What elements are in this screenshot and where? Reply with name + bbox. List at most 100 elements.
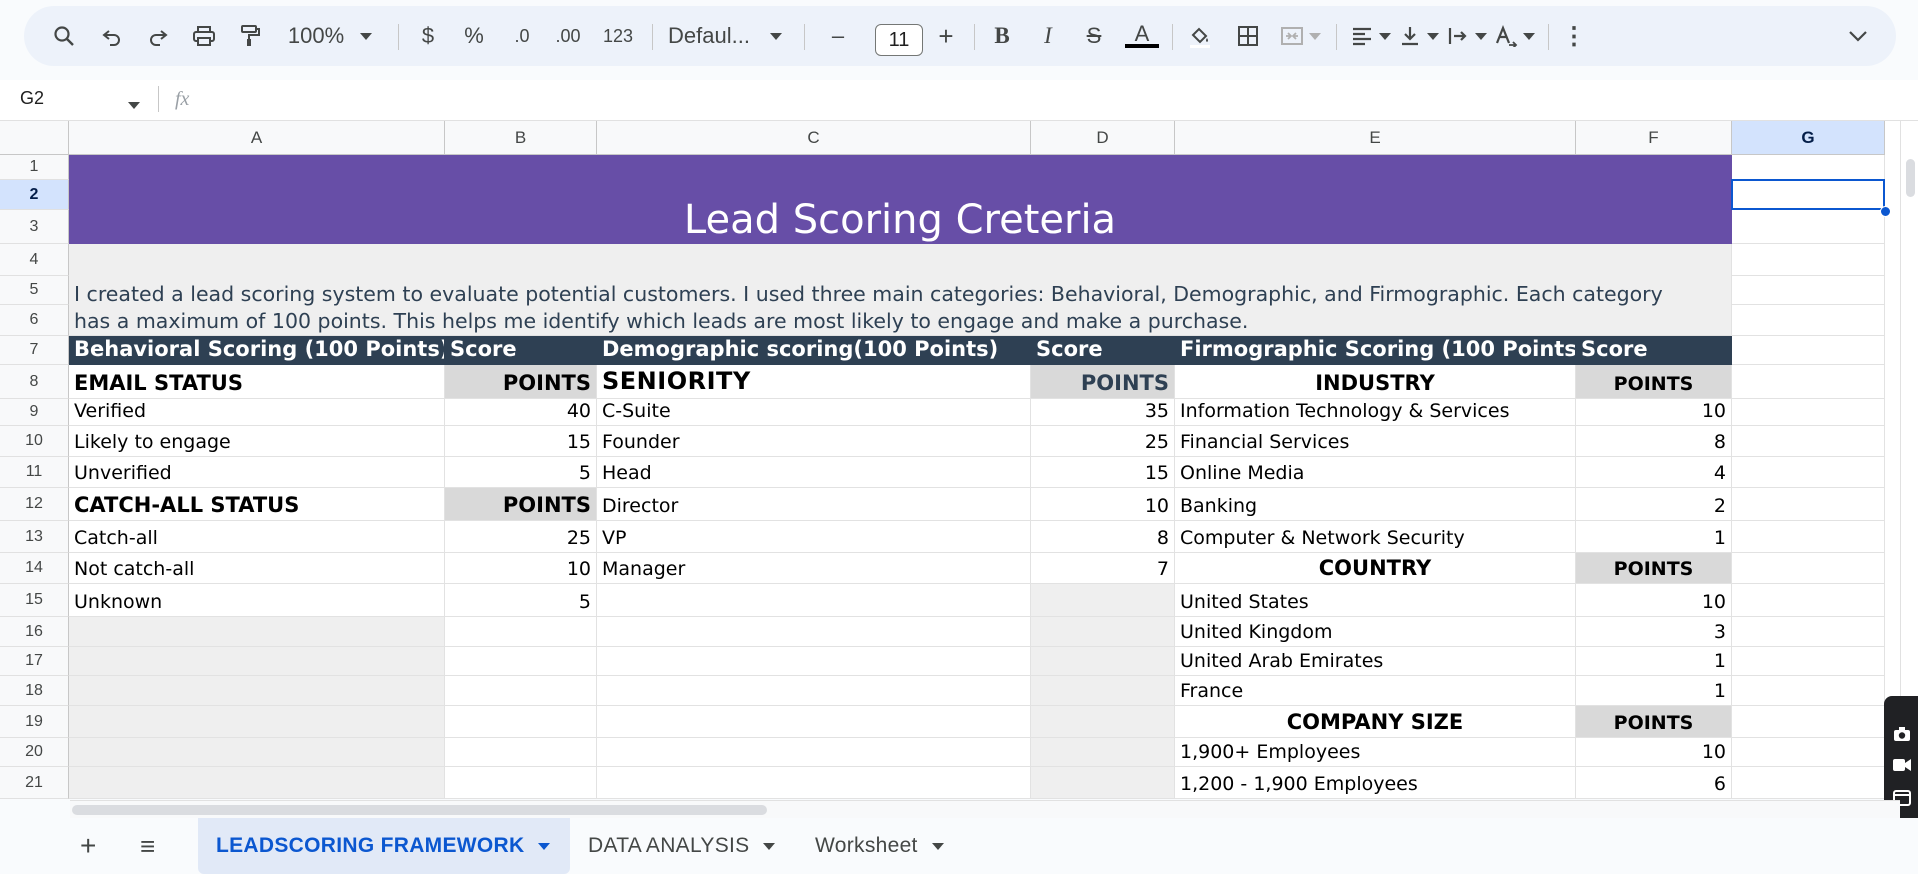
empty-cell[interactable] — [69, 738, 445, 767]
row-header-8[interactable]: 8 — [0, 365, 69, 399]
criteria-points[interactable]: 5 — [445, 457, 597, 488]
criteria-name[interactable]: Financial Services — [1175, 426, 1576, 457]
criteria-name[interactable]: Head — [597, 457, 1031, 488]
criteria-points[interactable]: 1 — [1576, 521, 1732, 553]
criteria-points[interactable]: 3 — [1576, 617, 1732, 647]
grid-cell[interactable] — [1732, 276, 1885, 305]
zoom-select[interactable]: 100% — [286, 22, 346, 50]
sheet-title[interactable]: Lead Scoring Creteria — [69, 155, 1732, 244]
row-header-7[interactable]: 7 — [0, 336, 69, 365]
grid-cell[interactable] — [1732, 706, 1885, 738]
section-label-country[interactable]: COUNTRY — [1175, 553, 1576, 584]
grid-cell[interactable] — [597, 767, 1031, 799]
text-wrapping-icon[interactable] — [1444, 22, 1472, 50]
points-label[interactable]: POINTS — [445, 365, 597, 399]
sheet-description[interactable]: I created a lead scoring system to evalu… — [69, 244, 1732, 336]
spreadsheet-grid[interactable]: A B C D E F G 1 2 3 4 5 6 7 8 9 10 11 12 13 14 15 16 17 18 19 20 21… — [0, 121, 1900, 799]
print-icon[interactable] — [188, 22, 220, 50]
more-options-icon[interactable]: ⋮ — [1562, 22, 1586, 50]
grid-cell[interactable] — [445, 767, 597, 799]
criteria-name[interactable]: Online Media — [1175, 457, 1576, 488]
column-header-d[interactable]: D — [1031, 121, 1175, 155]
criteria-points[interactable]: 7 — [1031, 553, 1175, 584]
name-box[interactable]: G2 — [20, 88, 44, 109]
points-label[interactable]: POINTS — [1576, 365, 1732, 399]
row-header-5[interactable]: 5 — [0, 276, 69, 305]
grid-cell[interactable] — [597, 738, 1031, 767]
grid-cell[interactable] — [1732, 305, 1885, 336]
row-header-2[interactable]: 2 — [0, 180, 69, 210]
chevron-down-icon[interactable] — [931, 842, 944, 850]
select-all-corner[interactable] — [0, 121, 69, 155]
criteria-points[interactable]: 35 — [1031, 399, 1175, 426]
section-label-email-status[interactable]: EMAIL STATUS — [69, 365, 445, 399]
grid-cell[interactable] — [1732, 426, 1885, 457]
all-sheets-menu-icon[interactable]: ≡ — [140, 818, 164, 874]
section-label-seniority[interactable]: SENIORITY — [597, 365, 1031, 399]
tab-data-analysis[interactable]: DATA ANALYSIS — [588, 818, 788, 874]
row-header-12[interactable]: 12 — [0, 488, 69, 521]
grid-cell[interactable] — [597, 706, 1031, 738]
row-header-4[interactable]: 4 — [0, 244, 69, 276]
criteria-name[interactable]: Information Technology & Services — [1175, 399, 1576, 426]
points-label[interactable]: POINTS — [445, 488, 597, 521]
criteria-points[interactable]: 10 — [445, 553, 597, 584]
criteria-points[interactable]: 10 — [1576, 399, 1732, 426]
grid-cell[interactable] — [1732, 553, 1885, 584]
chevron-down-icon[interactable] — [1522, 22, 1536, 50]
criteria-points[interactable]: 8 — [1031, 521, 1175, 553]
redo-icon[interactable] — [142, 22, 174, 50]
video-icon[interactable] — [1892, 758, 1912, 777]
score-header[interactable]: Score — [1576, 336, 1732, 365]
grid-cell[interactable] — [1732, 521, 1885, 553]
row-header-14[interactable]: 14 — [0, 553, 69, 584]
criteria-points[interactable]: 1 — [1576, 647, 1732, 676]
criteria-points[interactable]: 25 — [1031, 426, 1175, 457]
grid-cell[interactable] — [445, 676, 597, 706]
empty-cell[interactable] — [69, 706, 445, 738]
empty-cell[interactable] — [69, 647, 445, 676]
column-header-b[interactable]: B — [445, 121, 597, 155]
search-icon[interactable] — [48, 22, 80, 50]
column-header-f[interactable]: F — [1576, 121, 1732, 155]
criteria-name[interactable]: Founder — [597, 426, 1031, 457]
grid-cell[interactable] — [1732, 647, 1885, 676]
grid-cell[interactable] — [445, 706, 597, 738]
criteria-name[interactable]: France — [1175, 676, 1576, 706]
decrease-decimal-button[interactable]: .0 — [504, 22, 540, 50]
chevron-down-icon[interactable] — [358, 22, 374, 50]
collapse-toolbar-icon[interactable] — [1846, 22, 1870, 50]
font-size-input[interactable]: 11 — [875, 24, 923, 56]
grid-cell[interactable] — [597, 617, 1031, 647]
criteria-name[interactable]: 1,900+ Employees — [1175, 738, 1576, 767]
criteria-points[interactable]: 15 — [445, 426, 597, 457]
row-header-17[interactable]: 17 — [0, 647, 69, 676]
paint-format-icon[interactable] — [234, 22, 266, 50]
empty-cell[interactable] — [1031, 584, 1175, 617]
criteria-points[interactable]: 25 — [445, 521, 597, 553]
fill-color-icon[interactable] — [1184, 22, 1216, 50]
italic-button[interactable]: I — [1034, 22, 1062, 50]
percent-format-button[interactable]: % — [462, 22, 486, 50]
bold-button[interactable]: B — [988, 22, 1016, 50]
increase-decimal-button[interactable]: .00 — [550, 22, 586, 50]
row-header-15[interactable]: 15 — [0, 584, 69, 617]
row-header-9[interactable]: 9 — [0, 399, 69, 426]
criteria-name[interactable]: Unverified — [69, 457, 445, 488]
criteria-name[interactable]: Not catch-all — [69, 553, 445, 584]
section-label-catch-all[interactable]: CATCH-ALL STATUS — [69, 488, 445, 521]
empty-cell[interactable] — [1031, 617, 1175, 647]
horizontal-align-icon[interactable] — [1348, 22, 1376, 50]
grid-cell[interactable] — [1732, 155, 1885, 180]
criteria-name[interactable]: United Arab Emirates — [1175, 647, 1576, 676]
row-header-19[interactable]: 19 — [0, 706, 69, 738]
vertical-align-icon[interactable] — [1396, 22, 1424, 50]
chevron-down-icon[interactable] — [768, 22, 784, 50]
chevron-down-icon[interactable] — [538, 842, 551, 850]
row-header-1[interactable]: 1 — [0, 155, 69, 180]
scrollbar-thumb[interactable] — [72, 805, 767, 815]
criteria-points[interactable]: 4 — [1576, 457, 1732, 488]
criteria-points[interactable]: 5 — [445, 584, 597, 617]
criteria-points[interactable]: 6 — [1576, 767, 1732, 799]
grid-cell[interactable] — [597, 647, 1031, 676]
